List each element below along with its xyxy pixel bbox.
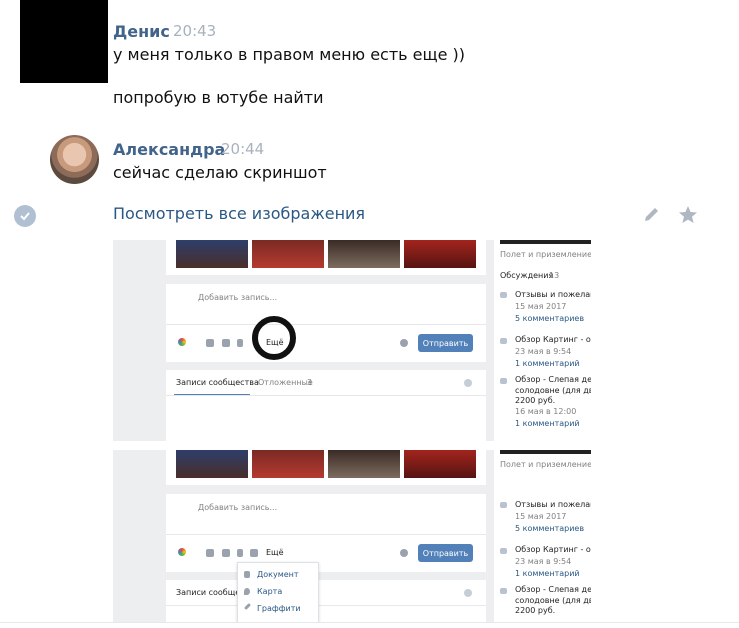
- sidebar: Полет и приземление вил Отзывы и пожелан…: [494, 450, 591, 623]
- palette-icon[interactable]: [178, 548, 186, 556]
- photos-block: [166, 450, 486, 485]
- send-button[interactable]: Отправить: [418, 334, 473, 352]
- chat-view: Денис 20:43 у меня только в правом меню …: [0, 0, 739, 628]
- avatar-denis[interactable]: [20, 0, 108, 83]
- tab-postponed[interactable]: Отложенные: [258, 378, 313, 387]
- circle-annotation: [252, 316, 296, 360]
- topic-title[interactable]: Отзывы и пожелания: [515, 500, 591, 509]
- topic-comments[interactable]: 1 комментарий: [515, 359, 580, 368]
- post-composer: Добавить запись... Ещё Отправить: [166, 284, 486, 362]
- posts-tabs: Записи сообщества: [166, 580, 486, 623]
- topic-comments[interactable]: 5 комментариев: [515, 314, 584, 323]
- topic-title: 2200 руб.: [515, 396, 556, 405]
- postponed-count: 3: [307, 378, 313, 387]
- menu-item-graffiti[interactable]: Граффити: [257, 604, 301, 613]
- topic-icon: [500, 548, 507, 554]
- select-check-icon[interactable]: [14, 205, 36, 227]
- topic-date: 16 мая в 12:00: [515, 407, 577, 416]
- topic-comments[interactable]: 1 комментарий: [515, 419, 580, 428]
- photos-block: [166, 240, 486, 275]
- topic-comments[interactable]: 1 комментарий: [515, 569, 580, 578]
- topic-icon: [500, 338, 507, 344]
- settings-gear-icon[interactable]: [400, 549, 408, 557]
- video-icon[interactable]: [222, 339, 230, 347]
- send-button[interactable]: Отправить: [418, 544, 473, 562]
- map-pin-icon: [244, 588, 250, 595]
- brush-icon: [243, 602, 252, 611]
- discussions-count: 13: [549, 271, 560, 280]
- view-all-images-link[interactable]: Посмотреть все изображения: [113, 204, 365, 223]
- topic-title[interactable]: Обзор Картинг - от 100: [515, 335, 591, 344]
- message-time: 20:43: [173, 22, 217, 40]
- topic-title[interactable]: Обзор - Слепая дегуст: [515, 585, 591, 594]
- sidebar: Полет и приземление вил Обсуждения 13 От…: [494, 240, 591, 441]
- author-name[interactable]: Александра: [113, 140, 225, 159]
- topic-date: 23 мая в 9:54: [515, 557, 572, 566]
- more-dropdown-menu: Документ Карта Граффити: [237, 562, 319, 623]
- poll-icon[interactable]: [250, 549, 258, 557]
- topic-title: солодовне (для дво: [515, 386, 591, 395]
- topic-date: 15 мая 2017: [515, 302, 567, 311]
- topic-title[interactable]: Обзор Картинг - от 100: [515, 545, 591, 554]
- avatar-aleksandra[interactable]: [50, 135, 99, 184]
- settings-gear-icon[interactable]: [400, 339, 408, 347]
- music-icon[interactable]: [237, 339, 243, 347]
- screenshot-image[interactable]: Добавить запись... Ещё Отправить Записи …: [113, 240, 591, 441]
- menu-item-document[interactable]: Документ: [257, 570, 299, 579]
- side-caption[interactable]: Полет и приземление вил: [500, 250, 591, 259]
- topic-title: 2200 руб.: [515, 606, 556, 615]
- topic-title[interactable]: Отзывы и пожелания: [515, 290, 591, 299]
- menu-item-map[interactable]: Карта: [257, 587, 282, 596]
- topic-icon: [500, 378, 507, 384]
- author-name[interactable]: Денис: [113, 22, 170, 41]
- video-icon[interactable]: [222, 549, 230, 557]
- music-icon[interactable]: [237, 549, 243, 557]
- discussions-label[interactable]: Обсуждения: [500, 271, 553, 280]
- message-text: у меня только в правом меню есть еще )): [113, 45, 465, 64]
- search-icon[interactable]: [464, 379, 472, 387]
- posts-tabs: Записи сообщества Отложенные 3: [166, 370, 486, 441]
- topic-date: 15 мая 2017: [515, 512, 567, 521]
- post-composer: Добавить запись... Ещё Отправить: [166, 494, 486, 572]
- message-text: сейчас сделаю скриншот: [113, 163, 327, 182]
- side-caption[interactable]: Полет и приземление вил: [500, 460, 591, 469]
- star-icon[interactable]: [678, 205, 698, 225]
- tab-posts[interactable]: Записи сообщества: [176, 378, 259, 387]
- edit-pencil-icon[interactable]: [642, 205, 662, 225]
- topic-title[interactable]: Обзор - Слепая дегуст: [515, 375, 591, 384]
- topic-icon: [500, 588, 507, 594]
- add-post-placeholder[interactable]: Добавить запись...: [198, 293, 277, 302]
- more-button[interactable]: Ещё: [266, 548, 284, 557]
- topic-title: солодовне (для дво: [515, 596, 591, 605]
- topic-icon: [500, 292, 507, 298]
- topic-date: 23 мая в 9:54: [515, 347, 572, 356]
- search-icon[interactable]: [464, 589, 472, 597]
- palette-icon[interactable]: [178, 338, 186, 346]
- document-icon: [244, 571, 250, 578]
- bottom-divider: [0, 622, 739, 628]
- topic-comments[interactable]: 5 комментариев: [515, 524, 584, 533]
- camera-icon[interactable]: [206, 339, 214, 347]
- message-text: попробую в ютубе найти: [113, 88, 324, 107]
- camera-icon[interactable]: [206, 549, 214, 557]
- message-time: 20:44: [221, 140, 265, 158]
- screenshot-image[interactable]: Добавить запись... Ещё Отправить Записи …: [113, 450, 591, 623]
- topic-icon: [500, 502, 507, 508]
- add-post-placeholder[interactable]: Добавить запись...: [198, 503, 277, 512]
